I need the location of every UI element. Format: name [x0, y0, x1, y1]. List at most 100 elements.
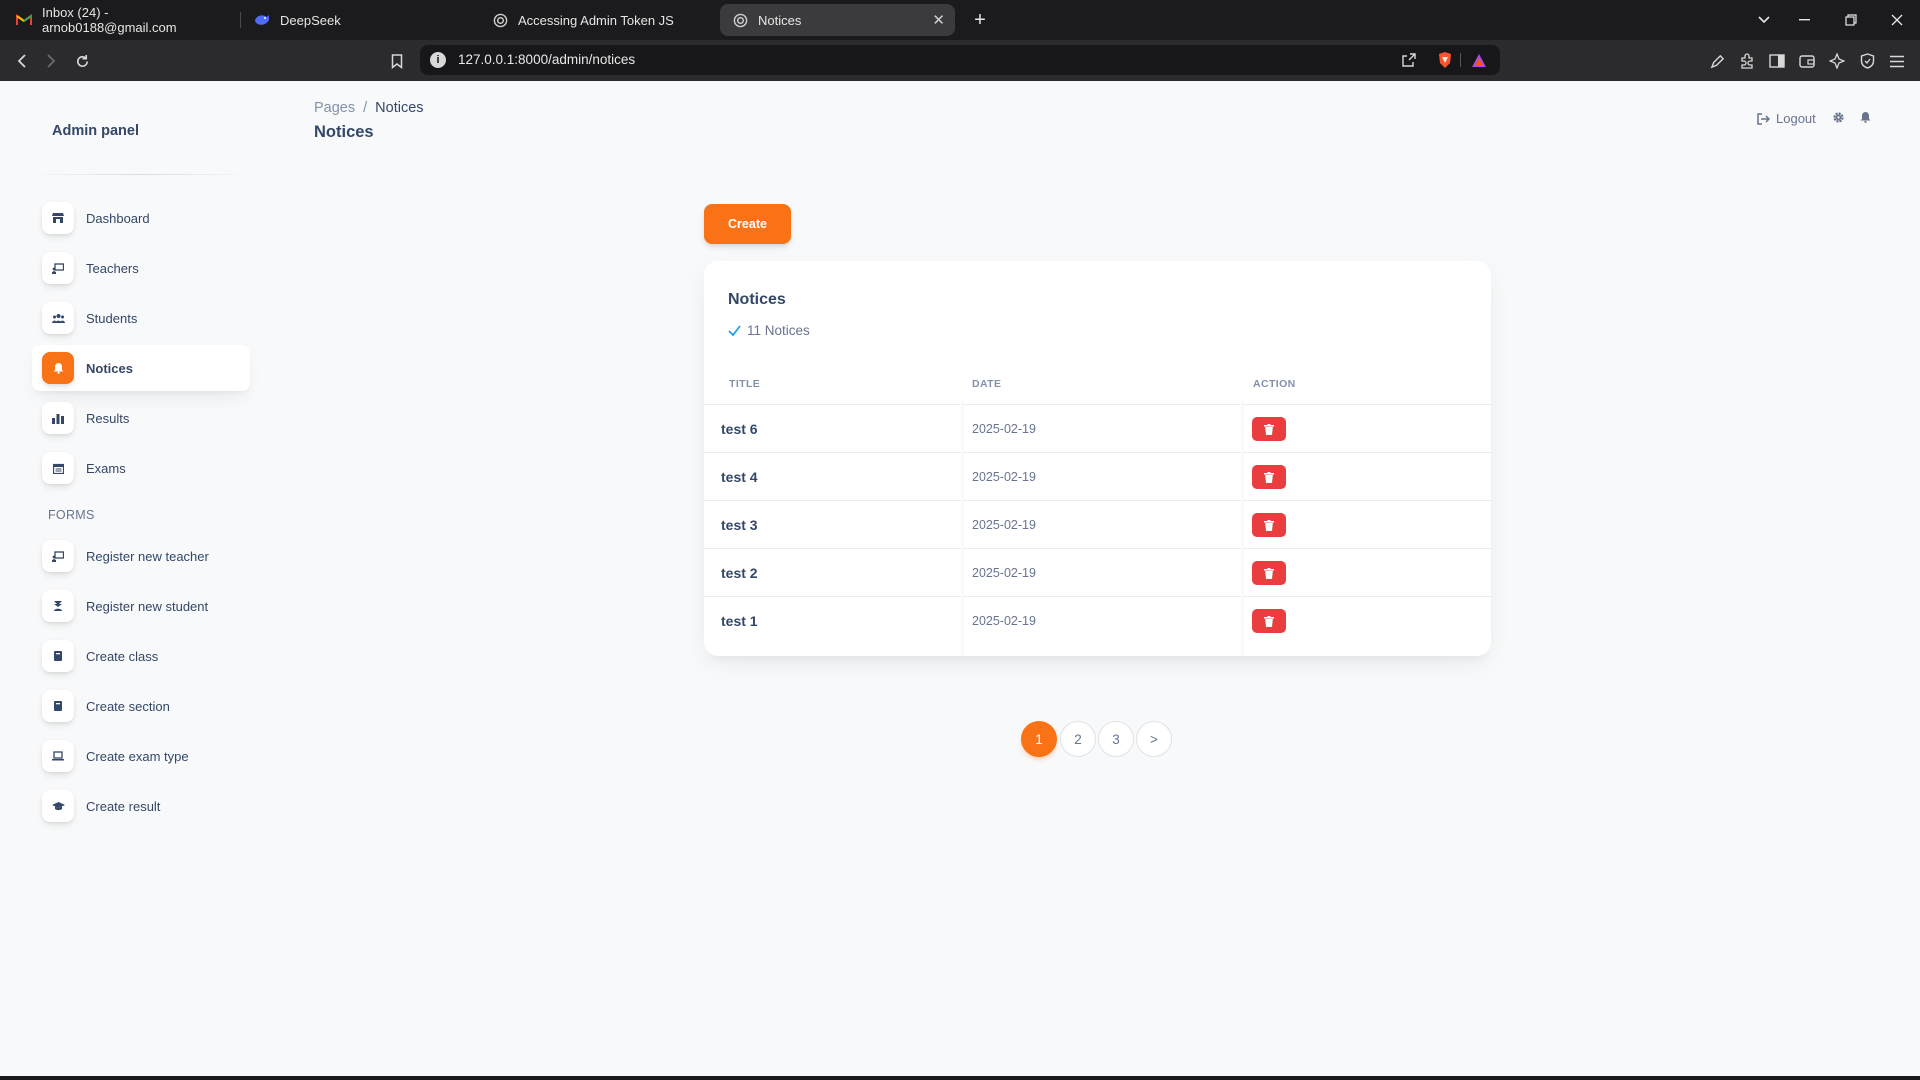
sidebar-item-teachers[interactable]: Teachers [32, 245, 250, 291]
url-divider [1460, 53, 1461, 67]
browser-tab-gmail[interactable]: Inbox (24) - arnob0188@gmail.com [4, 4, 240, 36]
delete-button[interactable] [1252, 609, 1286, 633]
sidebar-item-label: Register new teacher [86, 548, 209, 564]
sidebar-item-create-class[interactable]: Create class [32, 633, 250, 679]
table-row: test 4 2025-02-19 [704, 452, 1491, 500]
trash-icon [1264, 519, 1274, 531]
create-notice-button[interactable]: Create [704, 204, 791, 244]
sidebar-item-students[interactable]: Students [32, 295, 250, 341]
trash-icon [1264, 471, 1274, 483]
table-row: test 1 2025-02-19 [704, 596, 1491, 644]
notifications-bell-icon[interactable] [1860, 111, 1871, 123]
browser-tab-notices[interactable]: Notices ✕ [720, 4, 955, 36]
address-bar[interactable]: i 127.0.0.1:8000/admin/notices [420, 45, 1500, 75]
sidebar-item-dashboard[interactable]: Dashboard [32, 195, 250, 241]
globe-icon [492, 12, 508, 28]
reload-icon[interactable] [69, 48, 95, 74]
forward-icon[interactable] [38, 48, 64, 74]
teacher-board-icon [42, 252, 74, 284]
logout-label: Logout [1776, 111, 1816, 126]
delete-button[interactable] [1252, 561, 1286, 585]
tab-title: Notices [758, 12, 802, 28]
settings-icon[interactable] [1832, 111, 1845, 124]
sidebar-item-register-student[interactable]: Register new student [32, 583, 250, 629]
check-icon [728, 325, 741, 336]
delete-button[interactable] [1252, 513, 1286, 537]
sidebar-item-create-section[interactable]: Create section [32, 683, 250, 729]
calendar-icon [42, 452, 74, 484]
extensions-icon[interactable] [1736, 50, 1758, 72]
sidebar-item-exams[interactable]: Exams [32, 445, 250, 491]
notice-title: test 1 [721, 613, 758, 629]
column-header-action: ACTION [1253, 378, 1296, 390]
pen-icon[interactable] [1706, 50, 1728, 72]
browser-tab-bar: Inbox (24) - arnob0188@gmail.com DeepSee… [0, 0, 1920, 40]
breadcrumb-pages-link[interactable]: Pages [314, 100, 355, 116]
logout-link[interactable]: Logout [1757, 111, 1816, 126]
notice-title: test 3 [721, 517, 758, 533]
site-info-icon[interactable]: i [430, 52, 446, 68]
delete-button[interactable] [1252, 417, 1286, 441]
notice-date: 2025-02-19 [972, 566, 1036, 580]
sidebar-item-label: Create section [86, 698, 170, 714]
sidebar-item-label: Create class [86, 648, 159, 664]
forms-section-heading: FORMS [48, 508, 95, 522]
notice-date: 2025-02-19 [972, 518, 1036, 532]
brave-rewards-icon[interactable] [1470, 51, 1488, 69]
chart-bar-icon [42, 402, 74, 434]
table-row: test 2 2025-02-19 [704, 548, 1491, 596]
sidebar-item-create-result[interactable]: Create result [32, 783, 250, 829]
page-button-2[interactable]: 2 [1060, 721, 1096, 757]
page-content: Admin panel Dashboard Teachers Students … [0, 81, 1920, 1080]
next-page-button[interactable]: > [1136, 721, 1172, 757]
deepseek-icon [254, 12, 270, 28]
minimize-icon[interactable] [1781, 0, 1827, 40]
column-header-title: TITLE [729, 378, 761, 390]
sidebar-item-notices[interactable]: Notices [32, 345, 250, 391]
sidebar-item-label: Teachers [86, 260, 139, 276]
notice-date: 2025-02-19 [972, 470, 1036, 484]
url-text: 127.0.0.1:8000/admin/notices [458, 52, 636, 67]
sidebar-item-results[interactable]: Results [32, 395, 250, 441]
graduation-cap-icon [42, 790, 74, 822]
notice-date: 2025-02-19 [972, 422, 1036, 436]
column-divider [1241, 401, 1244, 656]
sidebar-item-create-exam-type[interactable]: Create exam type [32, 733, 250, 779]
browser-tab-deepseek[interactable]: DeepSeek [242, 4, 478, 36]
brave-shields-icon[interactable] [1436, 51, 1454, 69]
share-icon[interactable] [1400, 51, 1418, 69]
notice-title: test 6 [721, 421, 758, 437]
restore-icon[interactable] [1828, 0, 1874, 40]
page-title: Notices [314, 123, 374, 141]
student-icon [42, 590, 74, 622]
breadcrumb-separator: / [363, 100, 368, 116]
sidebar-item-label: Exams [86, 460, 126, 476]
page-button-1[interactable]: 1 [1021, 721, 1057, 757]
sidebar: Admin panel Dashboard Teachers Students … [30, 81, 252, 1080]
new-tab-button[interactable]: + [966, 6, 994, 34]
breadcrumb-current: Notices [375, 100, 424, 116]
back-icon[interactable] [9, 48, 35, 74]
menu-icon[interactable] [1886, 50, 1908, 72]
column-divider [961, 401, 964, 656]
close-tab-icon[interactable]: ✕ [932, 11, 945, 29]
brand-title[interactable]: Admin panel [52, 123, 139, 139]
sidebar-item-register-teacher[interactable]: Register new teacher [32, 533, 250, 579]
notice-title: test 2 [721, 565, 758, 581]
sidebar-item-label: Notices [86, 360, 133, 376]
page-button-3[interactable]: 3 [1098, 721, 1134, 757]
vpn-shield-icon[interactable] [1856, 50, 1878, 72]
tab-title: DeepSeek [280, 12, 341, 28]
browser-tab-admin-token[interactable]: Accessing Admin Token JS [480, 4, 716, 36]
delete-button[interactable] [1252, 465, 1286, 489]
close-window-icon[interactable] [1874, 0, 1920, 40]
notice-date: 2025-02-19 [972, 614, 1036, 628]
bookmark-icon[interactable] [384, 48, 410, 74]
sidebar-divider [30, 174, 252, 175]
table-row: test 6 2025-02-19 [704, 404, 1491, 452]
leo-ai-icon[interactable] [1826, 50, 1848, 72]
wallet-icon[interactable] [1796, 50, 1818, 72]
sidebar-toggle-icon[interactable] [1766, 50, 1788, 72]
book-icon [42, 690, 74, 722]
gmail-icon [16, 12, 32, 28]
